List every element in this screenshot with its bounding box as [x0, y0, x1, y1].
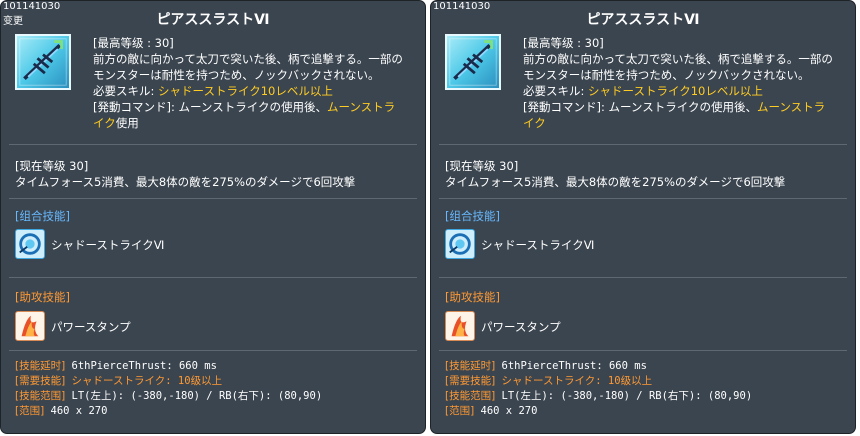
info-delay: [技能延时] 6thPierceThrust: 660 ms: [445, 359, 752, 374]
command-line: [発動コマンド]: ムーンストライクの使用後、ムーンストラ: [523, 99, 849, 115]
info-required-key: [需要技能]: [445, 375, 496, 387]
info-range-key: [技能范围]: [445, 390, 496, 402]
info-area: [范围] 460 x 270: [445, 404, 752, 419]
skill-description: [最高等级 : 30] 前方の敵に向かって太刀で突いた後、柄で追撃する。一部の …: [523, 35, 849, 131]
skill-info-block: [技能延时] 6thPierceThrust: 660 ms [需要技能] シャ…: [445, 359, 752, 419]
assist-skill-name[interactable]: パワースタンプ: [481, 319, 561, 335]
info-range-key: [技能范围]: [15, 390, 66, 402]
combo-skill-heading: [组合技能]: [15, 209, 70, 223]
desc-line: モンスターは耐性を持つため、ノックバックされない。: [523, 68, 810, 82]
current-effect: タイムフォース5消費、最大8体の敵を275%のダメージで6回攻撃: [15, 175, 356, 189]
info-delay-key: [技能延时]: [445, 360, 496, 372]
info-required: [需要技能] シャドーストライク: 10级以上: [15, 374, 322, 389]
info-range-value: LT(左上): (-380,-180) / RB(右下): (80,90): [65, 390, 323, 402]
command-highlight: ムーンストラ: [326, 100, 396, 114]
assist-skill-heading: [助攻技能]: [445, 290, 500, 304]
info-area-value: 460 x 270: [474, 405, 538, 417]
combo-skill-name[interactable]: シャドーストライクⅥ: [481, 237, 594, 253]
assist-skill-name[interactable]: パワースタンプ: [51, 319, 131, 335]
required-skill-highlight: シャドーストライク10レベル以上: [158, 84, 333, 98]
required-skill-prefix: 必要スキル:: [523, 84, 589, 98]
power-stamp-skill-icon[interactable]: [445, 311, 475, 341]
command-line-cont: イク使用: [93, 115, 419, 131]
divider: [439, 277, 847, 278]
info-range-value: LT(左上): (-380,-180) / RB(右下): (80,90): [495, 390, 753, 402]
max-level-text: [最高等级 : 30]: [93, 36, 174, 50]
skill-description: [最高等级 : 30] 前方の敵に向かって太刀で突いた後、柄で追撃する。一部の …: [93, 35, 419, 131]
current-level: [现在等级 30]: [15, 159, 89, 173]
required-skill-prefix: 必要スキル:: [93, 84, 159, 98]
info-range: [技能范围] LT(左上): (-380,-180) / RB(右下): (80…: [15, 389, 322, 404]
command-prefix: [発動コマンド]: ムーンストライクの使用後、: [93, 100, 327, 114]
desc-line: 前方の敵に向かって太刀で突いた後、柄で追撃する。一部の: [93, 52, 403, 66]
info-required: [需要技能] シャドーストライク: 10级以上: [445, 374, 752, 389]
power-stamp-skill-icon[interactable]: [15, 311, 45, 341]
command-line-cont: イク: [523, 115, 849, 131]
desc-line: 前方の敵に向かって太刀で突いた後、柄で追撃する。一部の: [523, 52, 833, 66]
divider: [439, 198, 847, 199]
skill-title: ピアススラストⅥ: [156, 12, 270, 28]
shadow-strike-skill-icon[interactable]: [15, 229, 45, 259]
info-required-key: [需要技能]: [15, 375, 66, 387]
info-delay: [技能延时] 6thPierceThrust: 660 ms: [15, 359, 322, 374]
command-highlight: ムーンストラ: [756, 100, 826, 114]
required-skill-line: 必要スキル: シャドーストライク10レベル以上: [523, 83, 849, 99]
current-effect: タイムフォース5消費、最大8体の敵を275%のダメージで6回攻撃: [445, 175, 786, 189]
command-highlight-cont: イク: [523, 116, 546, 130]
skill-tooltip-panel-left: 101141030 变更 ピアススラストⅥ [最高等级 : 30] 前方の敵に向…: [0, 0, 426, 434]
info-required-value: シャドーストライク: 10级以上: [65, 375, 223, 387]
max-level-text: [最高等级 : 30]: [523, 36, 604, 50]
info-area-key: [范围]: [445, 405, 475, 417]
divider: [439, 144, 847, 145]
divider: [9, 350, 417, 351]
divider: [9, 198, 417, 199]
current-level: [现在等级 30]: [445, 159, 519, 173]
divider: [9, 144, 417, 145]
info-area-key: [范围]: [15, 405, 45, 417]
divider: [439, 350, 847, 351]
divider: [9, 277, 417, 278]
pierce-thrust-skill-icon: [445, 34, 501, 90]
skill-info-block: [技能延时] 6thPierceThrust: 660 ms [需要技能] シャ…: [15, 359, 322, 419]
command-highlight-cont: イク: [93, 116, 116, 130]
info-required-value: シャドーストライク: 10级以上: [495, 375, 653, 387]
combo-skill-name[interactable]: シャドーストライクⅥ: [51, 237, 164, 253]
info-delay-key: [技能延时]: [15, 360, 66, 372]
info-delay-value: 6thPierceThrust: 660 ms: [495, 360, 647, 372]
desc-line: モンスターは耐性を持つため、ノックバックされない。: [93, 68, 380, 82]
skill-title: ピアススラストⅥ: [586, 12, 700, 28]
command-suffix: 使用: [115, 116, 139, 130]
info-range: [技能范围] LT(左上): (-380,-180) / RB(右下): (80…: [445, 389, 752, 404]
pierce-thrust-skill-icon: [15, 34, 71, 90]
command-prefix: [発動コマンド]: ムーンストライクの使用後、: [523, 100, 757, 114]
shadow-strike-skill-icon[interactable]: [445, 229, 475, 259]
required-skill-line: 必要スキル: シャドーストライク10レベル以上: [93, 83, 419, 99]
info-area-value: 460 x 270: [44, 405, 108, 417]
required-skill-highlight: シャドーストライク10レベル以上: [588, 84, 763, 98]
skill-tooltip-panel-right: 101141030 ピアススラストⅥ [最高等级 : 30] 前方の敵に向かって…: [430, 0, 856, 434]
combo-skill-heading: [组合技能]: [445, 209, 500, 223]
assist-skill-heading: [助攻技能]: [15, 290, 70, 304]
info-area: [范围] 460 x 270: [15, 404, 322, 419]
command-line: [発動コマンド]: ムーンストライクの使用後、ムーンストラ: [93, 99, 419, 115]
info-delay-value: 6thPierceThrust: 660 ms: [65, 360, 217, 372]
